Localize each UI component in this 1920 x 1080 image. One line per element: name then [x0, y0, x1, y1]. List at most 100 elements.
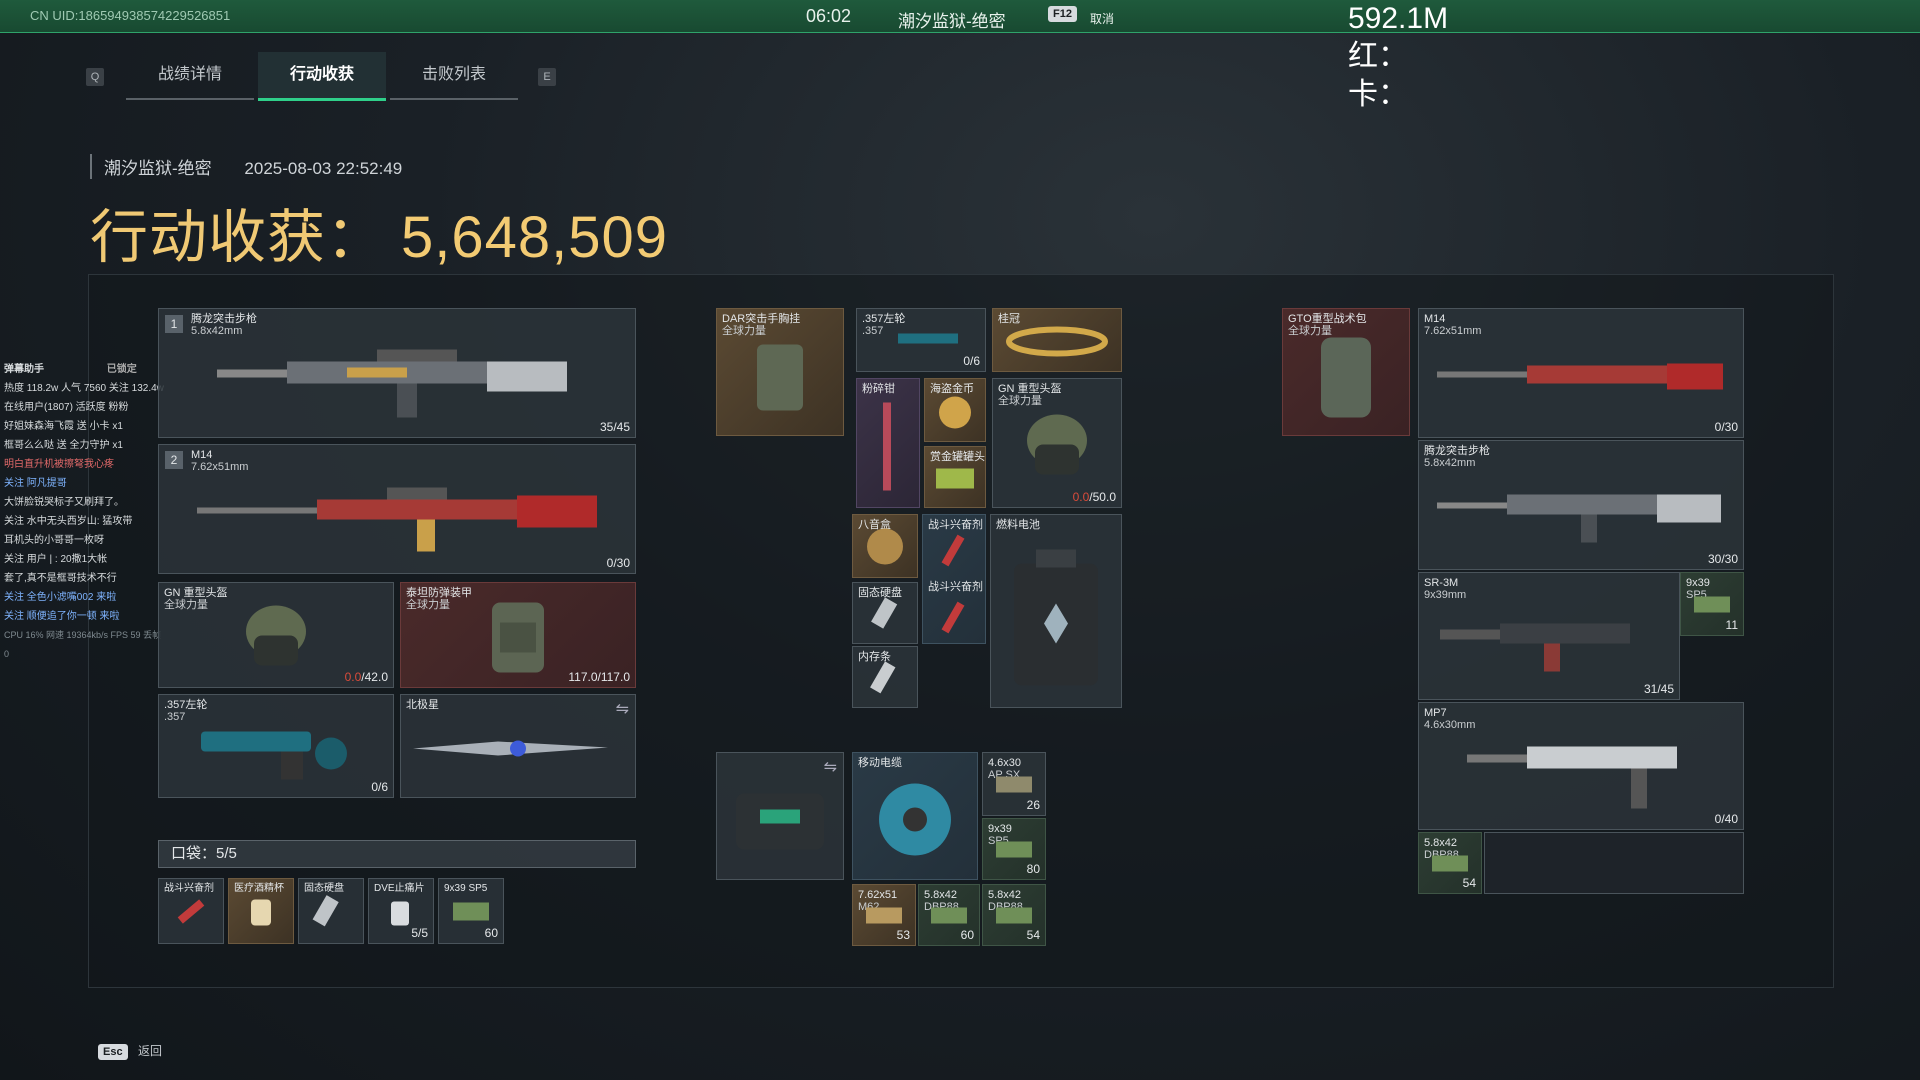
- esc-key[interactable]: Esc: [98, 1044, 128, 1060]
- meta-map: 潮汐监狱-绝密: [104, 159, 212, 178]
- pouch-capacity: 5/5: [216, 845, 237, 862]
- overlay-card: 卡：: [1348, 78, 1408, 111]
- revolver-item[interactable]: .357左轮 .357 0/6: [856, 308, 986, 372]
- item-name: .357左轮: [164, 699, 208, 711]
- chat-line: 套了,真不是框哥技术不行: [4, 573, 117, 584]
- ammo-item[interactable]: 9x39 SP5 80: [982, 818, 1046, 880]
- armor-slot[interactable]: 泰坦防弹装甲 全球力量 117.0/117.0: [400, 582, 636, 688]
- melee-slot[interactable]: 北极星 ⇋: [400, 694, 636, 798]
- chest-rig-slot[interactable]: DAR突击手胸挂 全球力量: [716, 308, 844, 436]
- case-item[interactable]: ⇋: [716, 752, 844, 880]
- rifle-icon: [1431, 469, 1731, 554]
- chat-line: 耳机头的小哥哥一枚呀: [4, 535, 104, 546]
- loot-total: 行动收获： 5,648,509: [90, 190, 668, 274]
- syringe-icon: [939, 531, 969, 576]
- swap-icon[interactable]: ⇋: [616, 699, 629, 719]
- ammo-item[interactable]: 7.62x51 M62 53: [852, 884, 916, 946]
- tab-prev-key[interactable]: Q: [86, 68, 104, 86]
- cancel-label[interactable]: 取消: [1090, 10, 1114, 27]
- fuel-cell-item[interactable]: 燃料电池: [990, 514, 1122, 708]
- weapon-item[interactable]: MP7 4.6x30mm 0/40: [1418, 702, 1744, 830]
- pouch-label: 口袋：: [171, 845, 217, 862]
- item-name: 腾龙突击步枪: [191, 313, 257, 325]
- cable-reel-item[interactable]: 移动电缆: [852, 752, 978, 880]
- ammo-item[interactable]: 5.8x42 DBP88 54: [982, 884, 1046, 946]
- ammo-item[interactable]: 5.8x42 DBP88 54: [1418, 832, 1482, 894]
- knife-icon: [408, 734, 628, 769]
- cable-reel-icon: [870, 775, 960, 870]
- tab-loot[interactable]: 行动收获: [258, 52, 386, 101]
- pouch-item[interactable]: DVE止痛片 5/5: [368, 878, 434, 944]
- tab-next-key[interactable]: E: [538, 68, 556, 86]
- overlay-red: 红：: [1348, 40, 1408, 73]
- revolver-icon: [191, 714, 361, 789]
- ssd-item[interactable]: 固态硬盘: [852, 582, 918, 644]
- helmet-slot[interactable]: GN 重型头盔 全球力量 0.0/42.0: [158, 582, 394, 688]
- tab-battle-details[interactable]: 战绩详情: [126, 52, 254, 100]
- back-label: 返回: [138, 1044, 163, 1058]
- durability: 117.0/117.0: [568, 670, 630, 684]
- ammo-item[interactable]: 5.8x42 DBP88 60: [918, 884, 980, 946]
- durability: 0.0/42.0: [344, 670, 388, 684]
- f12-key[interactable]: F12: [1048, 6, 1077, 22]
- weapon-item[interactable]: 腾龙突击步枪 5.8x42mm 30/30: [1418, 440, 1744, 570]
- chat-title: 弹幕助手 已锁定: [4, 364, 137, 375]
- slot-index: 2: [165, 451, 183, 469]
- pouch-item[interactable]: 9x39 SP5 60: [438, 878, 504, 944]
- rifle-icon: [197, 332, 597, 427]
- smg-icon: [1461, 725, 1701, 820]
- match-meta: 潮汐监狱-绝密 2025-08-03 22:52:49: [90, 154, 430, 179]
- laurel-item[interactable]: 桂冠: [992, 308, 1122, 372]
- map-name: 潮汐监狱-绝密: [898, 12, 1006, 31]
- tab-bar: Q 战绩详情 行动收获 击败列表 E: [86, 52, 556, 101]
- laurel-crown-icon: [1002, 324, 1112, 363]
- syringe-icon: [171, 892, 211, 937]
- player-uid: CN UID:18659493857422952685​1: [30, 8, 231, 23]
- pliers-item[interactable]: 粉碎钳: [856, 378, 920, 508]
- weapon-item[interactable]: SR-3M 9x39mm 31/45: [1418, 572, 1680, 700]
- loot-value: 5,648,509: [401, 205, 669, 270]
- stim-item[interactable]: 战斗兴奋剂 战斗兴奋剂: [922, 514, 986, 644]
- ammo-item[interactable]: 9x39 SP5 11: [1680, 572, 1744, 636]
- pouch-item[interactable]: 战斗兴奋剂: [158, 878, 224, 944]
- chat-line: 关注 阿凡提哥: [4, 478, 67, 489]
- chat-line: 大饼脸锐哭标子又刷拜了。: [4, 497, 124, 508]
- item-name: M14: [191, 449, 213, 461]
- primary-weapon-slot[interactable]: 1 腾龙突击步枪 5.8x42mm 35/45: [158, 308, 636, 438]
- pistol-slot[interactable]: .357左轮 .357 0/6: [158, 694, 394, 798]
- pouch-item[interactable]: 医疗酒精杯: [228, 878, 294, 944]
- backpack-icon: [1311, 328, 1381, 429]
- coin-icon: [935, 391, 975, 436]
- ram-item[interactable]: 内存条: [852, 646, 918, 708]
- syringe-icon: [939, 597, 969, 642]
- item-name: GN 重型头盔: [164, 587, 228, 599]
- swap-icon[interactable]: ⇋: [824, 757, 837, 777]
- overlay-value: 592.1M: [1348, 2, 1449, 35]
- helmet-icon: [236, 598, 316, 683]
- tab-kill-list[interactable]: 击败列表: [390, 52, 518, 100]
- chat-line: 明白直升机被擦弩我心疼: [4, 459, 114, 470]
- rifle-icon: [1434, 600, 1664, 685]
- chat-line: 关注 用户 | : 20撒1大帐: [4, 554, 108, 565]
- backpack-slot[interactable]: GTO重型战术包 全球力量: [1282, 308, 1410, 436]
- battery-icon: [1006, 543, 1106, 698]
- meta-datetime: 2025-08-03 22:52:49: [244, 159, 403, 178]
- pouch-header: 口袋：5/5: [158, 840, 636, 868]
- ammo-count: 0/6: [371, 780, 388, 794]
- weapon-item[interactable]: M14 7.62x51mm 0/30: [1418, 308, 1744, 438]
- ammo-item[interactable]: 4.6x30 AP SX 26: [982, 752, 1046, 816]
- danmu-chat: 弹幕助手 已锁定 热度 118.2w 人气 7560 关注 132.4w 在线用…: [4, 360, 164, 664]
- pouch-item[interactable]: 固态硬盘: [298, 878, 364, 944]
- chat-line: 关注 水中无头西岁山: 猛攻带: [4, 516, 133, 527]
- ammo-count: 35/45: [599, 420, 630, 434]
- secondary-weapon-slot[interactable]: 2 M14 7.62x51mm 0/30: [158, 444, 636, 574]
- coin-item[interactable]: 海盗金币: [924, 378, 986, 442]
- music-box-item[interactable]: 八音盒: [852, 514, 918, 578]
- cans-item[interactable]: 赏金罐罐头: [924, 446, 986, 508]
- stream-overlay: 592.1M 红： 卡：: [1348, 0, 1448, 114]
- chat-stats: 热度 118.2w 人气 7560 关注 132.4w: [4, 383, 164, 394]
- back-control[interactable]: Esc 返回: [98, 1042, 162, 1060]
- ssd-icon: [311, 892, 351, 937]
- helmet2-item[interactable]: GN 重型头盔 全球力量 0.0/50.0: [992, 378, 1122, 508]
- chat-online: 在线用户(1807) 活跃度 粉粉: [4, 402, 129, 413]
